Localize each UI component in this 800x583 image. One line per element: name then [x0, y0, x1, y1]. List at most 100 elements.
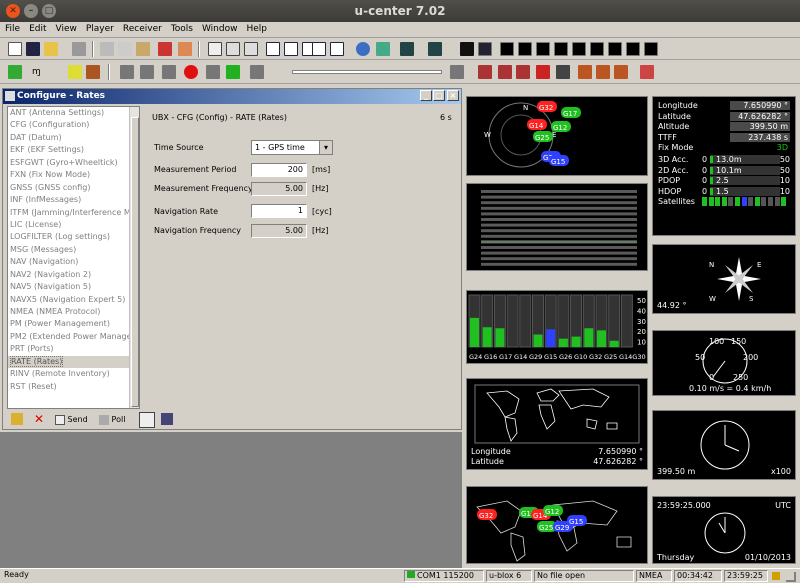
view-clock-icon[interactable] — [626, 42, 640, 56]
table2-view-icon[interactable] — [284, 42, 298, 56]
end-icon[interactable] — [450, 65, 464, 79]
config-list-item[interactable]: PRT (Ports) — [8, 343, 139, 355]
config-list-item[interactable]: ESFGWT (Gyro+Wheeltick) — [8, 157, 139, 169]
play-icon[interactable] — [226, 65, 240, 79]
view-world-icon[interactable] — [644, 42, 658, 56]
config-list-item[interactable]: NMEA (NMEA Protocol) — [8, 306, 139, 318]
pause-icon[interactable] — [162, 65, 176, 79]
print-icon[interactable] — [72, 42, 86, 56]
menu-edit[interactable]: Edit — [24, 22, 50, 34]
status-port[interactable]: COM1 115200 — [404, 570, 484, 582]
menu-view[interactable]: View — [51, 22, 81, 34]
save-icon[interactable] — [26, 42, 40, 56]
step-forward-icon[interactable] — [206, 65, 220, 79]
list-view-icon[interactable] — [330, 42, 344, 56]
revert-icon[interactable]: ✕ — [33, 413, 45, 425]
config-list-item[interactable]: GNSS (GNSS config) — [8, 182, 139, 194]
config-list-item[interactable]: MSG (Messages) — [8, 244, 139, 256]
report-icon[interactable] — [244, 42, 258, 56]
config-list-item[interactable]: NAV (Navigation) — [8, 256, 139, 268]
settings-window-icon[interactable] — [478, 42, 492, 56]
pan-icon[interactable] — [376, 42, 390, 56]
config-list-item[interactable]: ITFM (Jamming/Interference M — [8, 207, 139, 219]
satellite2-icon[interactable] — [596, 65, 610, 79]
satellite3-icon[interactable] — [614, 65, 628, 79]
debug-icon[interactable] — [86, 65, 100, 79]
view-sky-icon[interactable] — [500, 42, 514, 56]
playback-slider[interactable] — [292, 70, 442, 74]
new-file-icon[interactable] — [8, 42, 22, 56]
config-list-item[interactable]: RST (Reset) — [8, 381, 139, 393]
eject-icon[interactable] — [120, 65, 134, 79]
sum-icon[interactable] — [312, 42, 326, 56]
export-icon[interactable] — [226, 42, 240, 56]
menu-receiver[interactable]: Receiver — [118, 22, 166, 34]
config-list-item[interactable]: DAT (Datum) — [8, 132, 139, 144]
delete-icon[interactable] — [158, 42, 172, 56]
config-list-item[interactable]: LOGFILTER (Log settings) — [8, 231, 139, 243]
globe-icon[interactable] — [356, 42, 370, 56]
load-icon[interactable] — [161, 413, 173, 425]
message-class-list[interactable]: ANT (Antenna Settings) CFG (Configuration… — [7, 106, 140, 409]
copy-icon[interactable] — [118, 42, 132, 56]
menu-player[interactable]: Player — [81, 22, 118, 34]
menu-file[interactable]: File — [0, 22, 24, 34]
clear-icon[interactable] — [178, 42, 192, 56]
list-scrollbar[interactable] — [129, 107, 139, 408]
config-minimize-button[interactable]: _ — [420, 90, 432, 101]
baudrate-icon[interactable]: ɱ — [32, 65, 46, 79]
stop-icon[interactable] — [140, 65, 154, 79]
config-list-item[interactable]: INF (InfMessages) — [8, 194, 139, 206]
nav-rate-input[interactable]: 1 — [251, 204, 307, 218]
view-compass-icon[interactable] — [590, 42, 604, 56]
view-deviation-icon[interactable] — [518, 42, 532, 56]
config-list-item[interactable]: PM (Power Management) — [8, 318, 139, 330]
document-icon[interactable] — [208, 42, 222, 56]
cut-icon[interactable] — [100, 42, 114, 56]
histogram-icon[interactable] — [428, 42, 442, 56]
satellite1-icon[interactable] — [578, 65, 592, 79]
ruler-icon[interactable] — [516, 65, 530, 79]
map-icon[interactable] — [640, 65, 654, 79]
menu-window[interactable]: Window — [197, 22, 242, 34]
connection-icon[interactable] — [8, 65, 22, 79]
config-list-item[interactable]: NAVX5 (Navigation Expert 5) — [8, 294, 139, 306]
config-list-item[interactable]: NAV5 (Navigation 5) — [8, 281, 139, 293]
autobaud-icon[interactable] — [68, 65, 82, 79]
config-list-item[interactable]: RINV (Remote Inventory) — [8, 368, 139, 380]
config-close-button[interactable]: × — [447, 90, 459, 101]
config-list-item[interactable]: FXN (Fix Now Mode) — [8, 169, 139, 181]
fast-forward-icon[interactable] — [250, 65, 264, 79]
poll-button[interactable]: Poll — [99, 413, 125, 427]
config-list-item[interactable]: EKF (EKF Settings) — [8, 144, 139, 156]
config-list-item[interactable]: NAV2 (Navigation 2) — [8, 269, 139, 281]
lock-icon[interactable] — [11, 413, 23, 425]
paste-icon[interactable] — [136, 42, 150, 56]
record-icon[interactable] — [184, 65, 198, 79]
meas-period-input[interactable]: 200 — [251, 163, 307, 177]
center-icon[interactable] — [536, 65, 550, 79]
chevron-down-icon[interactable]: ▾ — [319, 141, 332, 154]
config-list-item[interactable]: ANT (Antenna Settings) — [8, 107, 139, 119]
menu-tools[interactable]: Tools — [166, 22, 197, 34]
config-list-item[interactable]: RATE (Rates) — [8, 355, 139, 369]
view-table-icon[interactable] — [572, 42, 586, 56]
table-view-icon[interactable] — [266, 42, 280, 56]
config-maximize-button[interactable]: □ — [433, 90, 445, 101]
camera-icon[interactable] — [460, 42, 474, 56]
config-list-item[interactable]: CFG (Configuration) — [8, 119, 139, 131]
height-icon[interactable] — [478, 65, 492, 79]
open-folder-icon[interactable] — [44, 42, 58, 56]
view-signal-icon[interactable] — [536, 42, 550, 56]
menu-help[interactable]: Help — [241, 22, 271, 34]
pick-icon[interactable] — [139, 412, 155, 428]
cursor-icon[interactable] — [556, 65, 570, 79]
config-list-item[interactable]: PM2 (Extended Power Managem — [8, 331, 139, 343]
view-speed-icon[interactable] — [608, 42, 622, 56]
chart-icon[interactable] — [400, 42, 414, 56]
width-icon[interactable] — [498, 65, 512, 79]
resize-grip-icon[interactable] — [786, 572, 796, 582]
send-button[interactable]: Send — [55, 413, 88, 427]
config-list-item[interactable]: LIC (License) — [8, 219, 139, 231]
view-stats-icon[interactable] — [554, 42, 568, 56]
